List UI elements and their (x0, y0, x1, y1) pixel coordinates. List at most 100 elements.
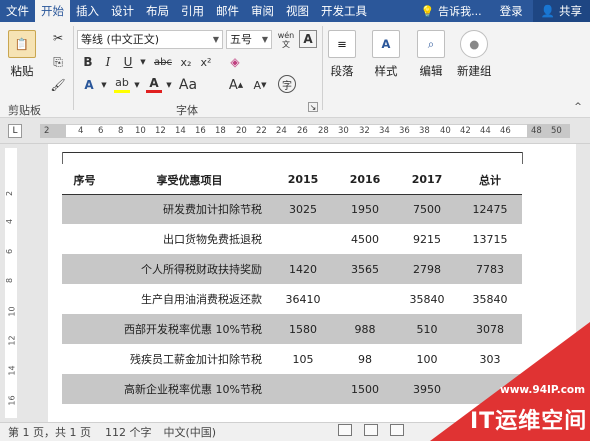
header-2015[interactable]: 2015 (272, 166, 334, 195)
tab-insert[interactable]: 插入 (70, 0, 105, 22)
chevron-down-icon[interactable]: ▼ (132, 77, 142, 93)
vertical-ruler[interactable]: 2 4 6 8 10 12 14 16 (0, 144, 22, 422)
chevron-down-icon[interactable]: ▼ (99, 77, 109, 93)
cell-seq[interactable] (62, 314, 107, 344)
cell-total[interactable]: 303 (458, 344, 522, 374)
cell-seq[interactable] (62, 374, 107, 404)
copy-icon[interactable]: ⎘ (50, 54, 66, 70)
cell-2015[interactable]: 105 (272, 344, 334, 374)
cell-2017[interactable]: 9215 (396, 224, 458, 254)
tab-mailings[interactable]: 邮件 (210, 0, 245, 22)
tab-references[interactable]: 引用 (175, 0, 210, 22)
cell-total[interactable]: 7783 (458, 254, 522, 284)
cell-seq[interactable] (62, 284, 107, 314)
font-size-select[interactable]: 五号 ▼ (226, 30, 272, 49)
tab-developer[interactable]: 开发工具 (315, 0, 373, 22)
cell-2016[interactable]: 98 (334, 344, 396, 374)
cell-2015[interactable] (272, 374, 334, 404)
header-2016[interactable]: 2016 (334, 166, 396, 195)
cell-seq[interactable] (62, 344, 107, 374)
cell-2015[interactable]: 3025 (272, 194, 334, 224)
cell-2016[interactable]: 988 (334, 314, 396, 344)
italic-icon[interactable]: I (100, 54, 116, 70)
cell-item[interactable]: 残疾员工薪金加计扣除节税 (107, 344, 272, 374)
tab-layout[interactable]: 布局 (140, 0, 175, 22)
highlighter-icon[interactable]: ab (114, 75, 130, 93)
cell-total[interactable]: 13715 (458, 224, 522, 254)
language[interactable]: 中文(中国) (163, 424, 216, 440)
cell-2017[interactable]: 510 (396, 314, 458, 344)
tab-file[interactable]: 文件 (0, 0, 35, 22)
underline-icon[interactable]: U (120, 54, 136, 70)
subscript-icon[interactable]: x₂ (178, 54, 194, 70)
cell-seq[interactable] (62, 224, 107, 254)
tab-selector-icon[interactable]: L (8, 124, 22, 138)
cell-seq[interactable] (62, 254, 107, 284)
cell-seq[interactable] (62, 194, 107, 224)
cell-total[interactable]: 3078 (458, 314, 522, 344)
cell-total[interactable]: 35840 (458, 284, 522, 314)
cell-2015[interactable] (272, 224, 334, 254)
web-layout-icon[interactable] (390, 424, 404, 436)
phonetic-guide-icon[interactable]: wén 文 (275, 29, 297, 51)
header-2017[interactable]: 2017 (396, 166, 458, 195)
cell-item[interactable]: 西部开发税率优惠 10%节税 (107, 314, 272, 344)
tab-design[interactable]: 设计 (105, 0, 140, 22)
dialog-launcher-icon[interactable]: ↘ (308, 102, 318, 112)
character-border-icon[interactable]: A (299, 30, 317, 48)
editing-button[interactable]: ⌕ 编辑 (417, 30, 445, 79)
word-count[interactable]: 112 个字 (105, 424, 152, 440)
cell-2015[interactable]: 1420 (272, 254, 334, 284)
cell-item[interactable]: 生产自用油消费税返还款 (107, 284, 272, 314)
cell-item[interactable]: 高新企业税率优惠 10%节税 (107, 374, 272, 404)
cell-2017[interactable]: 3950 (396, 374, 458, 404)
cell-total[interactable]: 12475 (458, 194, 522, 224)
styles-button[interactable]: A 样式 (372, 30, 400, 79)
superscript-icon[interactable]: x² (198, 54, 214, 70)
page-count[interactable]: 第 1 页，共 1 页 (8, 424, 91, 440)
cell-2017[interactable]: 100 (396, 344, 458, 374)
horizontal-ruler[interactable]: L 2 4 6 8 10 12 14 16 18 20 22 24 26 28 … (0, 118, 590, 144)
cell-2017[interactable]: 7500 (396, 194, 458, 224)
cell-2015[interactable]: 1580 (272, 314, 334, 344)
cell-2016[interactable]: 4500 (334, 224, 396, 254)
header-total[interactable]: 总计 (458, 166, 522, 195)
paste-button[interactable]: 📋 粘贴 (8, 30, 36, 79)
grow-font-icon[interactable]: A ▲ (228, 77, 244, 93)
collapse-ribbon-icon[interactable]: ^ (572, 102, 584, 112)
font-name-select[interactable]: 等线 (中文正文) ▼ (77, 30, 223, 49)
new-group-button[interactable]: ● 新建组 (457, 30, 492, 79)
cell-item[interactable]: 研发费加计扣除节税 (107, 194, 272, 224)
chevron-down-icon[interactable]: ▼ (138, 54, 148, 70)
cell-2016[interactable]: 3565 (334, 254, 396, 284)
shrink-font-icon[interactable]: A ▼ (252, 77, 268, 93)
paragraph-button[interactable]: ≡ 段落 (328, 30, 356, 79)
cell-2017[interactable]: 35840 (396, 284, 458, 314)
clear-formatting-icon[interactable]: ◈ (226, 54, 244, 70)
header-item[interactable]: 享受优惠项目 (107, 166, 272, 195)
login-link[interactable]: 登录 (490, 3, 533, 19)
tab-review[interactable]: 审阅 (245, 0, 280, 22)
cut-icon[interactable]: ✂ (50, 30, 66, 46)
share-button[interactable]: 👤 共享 (532, 0, 590, 22)
strikethrough-icon[interactable]: abc (152, 54, 174, 70)
document-page[interactable]: 序号 享受优惠项目 2015 2016 2017 总计 研发费加计扣除节税 30… (48, 144, 576, 422)
enclose-characters-icon[interactable]: 字 (278, 75, 296, 93)
text-effects-icon[interactable]: A (80, 77, 98, 93)
tell-me-box[interactable]: 💡 告诉我... (412, 3, 489, 19)
bold-icon[interactable]: B (80, 54, 96, 70)
cell-item[interactable]: 个人所得税财政扶持奖励 (107, 254, 272, 284)
print-layout-icon[interactable] (364, 424, 378, 436)
read-mode-icon[interactable] (338, 424, 352, 436)
cell-2017[interactable]: 2798 (396, 254, 458, 284)
tab-home[interactable]: 开始 (35, 0, 70, 22)
tab-view[interactable]: 视图 (280, 0, 315, 22)
change-case-icon[interactable]: Aa (179, 77, 197, 93)
cell-2016[interactable]: 1500 (334, 374, 396, 404)
cell-2016[interactable] (334, 284, 396, 314)
chevron-down-icon[interactable]: ▼ (164, 77, 174, 93)
cell-item[interactable]: 出口货物免费抵退税 (107, 224, 272, 254)
cell-2016[interactable]: 1950 (334, 194, 396, 224)
format-painter-icon[interactable]: 🖌 (50, 77, 66, 93)
header-seq[interactable]: 序号 (62, 166, 107, 195)
